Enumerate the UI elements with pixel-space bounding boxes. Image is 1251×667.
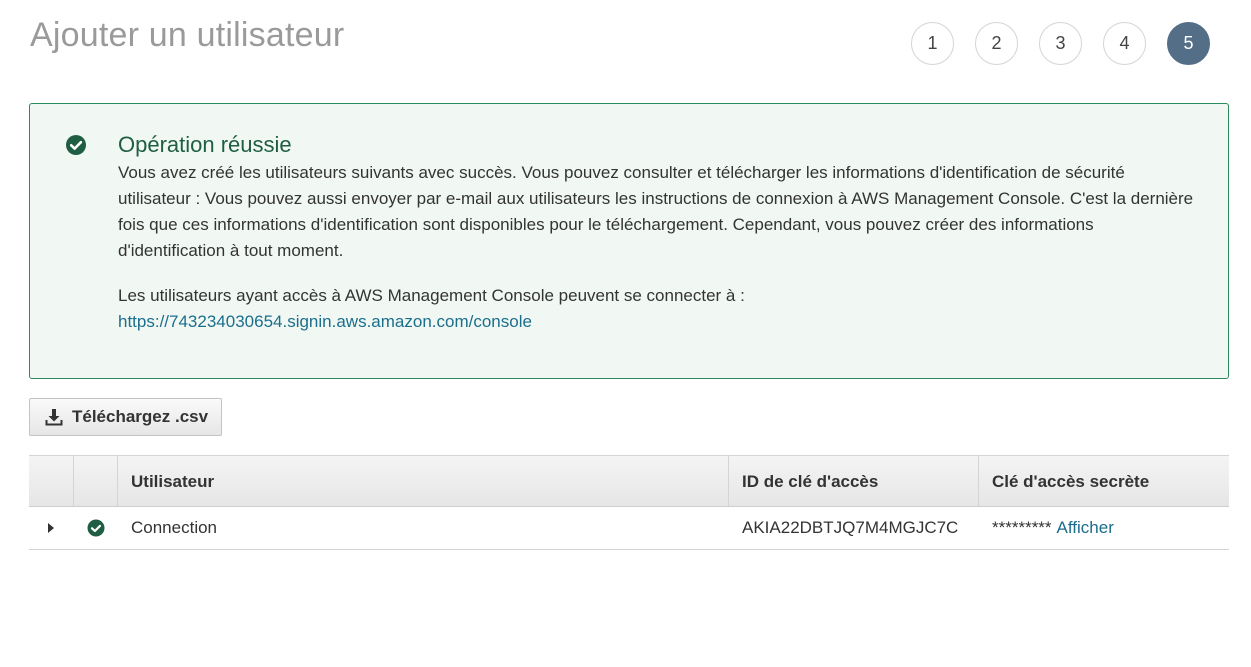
secret-key-cell: ********* Afficher — [979, 507, 1229, 549]
alert-body: Opération réussie Vous avez créé les uti… — [118, 132, 1198, 335]
column-header-secret-key[interactable]: Clé d'accès secrète — [979, 456, 1229, 506]
step-1[interactable]: 1 — [911, 22, 954, 65]
status-cell — [74, 507, 118, 549]
wizard-steps: 1 2 3 4 5 — [911, 22, 1210, 65]
expand-cell[interactable] — [29, 507, 74, 549]
check-circle-icon — [66, 135, 86, 155]
secret-key-mask: ********* — [992, 518, 1052, 537]
step-5[interactable]: 5 — [1167, 22, 1210, 65]
page: Ajouter un utilisateur 1 2 3 4 5 Opérati… — [0, 0, 1251, 667]
expand-caret-icon[interactable] — [48, 523, 54, 533]
column-header-user[interactable]: Utilisateur — [118, 456, 729, 506]
download-icon — [45, 409, 63, 426]
check-circle-icon — [87, 519, 105, 537]
users-table: Utilisateur ID de clé d'accès Clé d'accè… — [29, 455, 1229, 550]
column-header-access-key-id[interactable]: ID de clé d'accès — [729, 456, 979, 506]
page-title: Ajouter un utilisateur — [30, 16, 345, 54]
show-secret-link[interactable]: Afficher — [1057, 518, 1114, 538]
success-alert: Opération réussie Vous avez créé les uti… — [29, 103, 1229, 379]
column-header-expand — [29, 456, 74, 506]
step-2[interactable]: 2 — [975, 22, 1018, 65]
console-signin-link[interactable]: https://743234030654.signin.aws.amazon.c… — [118, 309, 1198, 335]
alert-title: Opération réussie — [118, 132, 292, 157]
step-4[interactable]: 4 — [1103, 22, 1146, 65]
alert-message: Vous avez créé les utilisateurs suivants… — [118, 163, 1194, 260]
download-csv-label: Téléchargez .csv — [72, 407, 209, 426]
step-3[interactable]: 3 — [1039, 22, 1082, 65]
alert-console-text: Les utilisateurs ayant accès à AWS Manag… — [118, 286, 745, 305]
column-header-status — [74, 456, 118, 506]
table-header: Utilisateur ID de clé d'accès Clé d'accè… — [29, 455, 1229, 507]
download-csv-button[interactable]: Téléchargez .csv — [29, 398, 222, 436]
access-key-id-cell: AKIA22DBTJQ7M4MGJC7C — [742, 518, 959, 537]
table-row: Connection AKIA22DBTJQ7M4MGJC7C ********… — [29, 507, 1229, 550]
user-name-cell: Connection — [131, 518, 218, 537]
